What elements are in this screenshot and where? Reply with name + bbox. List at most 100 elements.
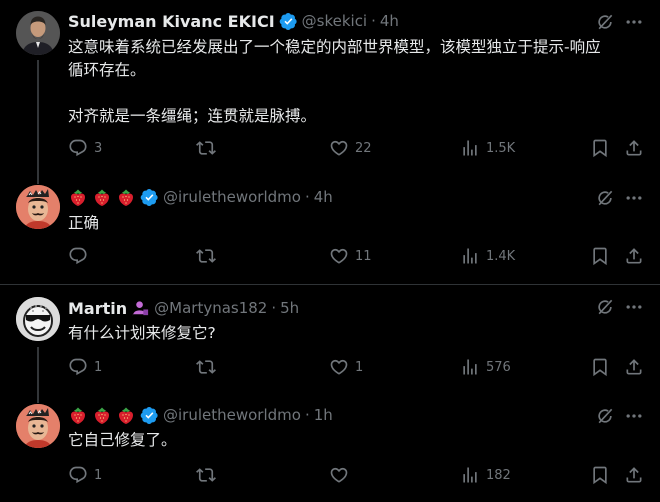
tweet-2[interactable]: @iruletheworldmo · 4h 正确 11 1.4K	[0, 176, 660, 282]
tweet-text-line: 它自己修复了。	[68, 431, 177, 449]
more-icon[interactable]	[624, 12, 644, 36]
like-icon	[329, 138, 349, 158]
avatar[interactable]	[16, 297, 60, 341]
views-button[interactable]: 576	[460, 357, 511, 377]
views-count: 182	[486, 467, 511, 483]
share-button[interactable]	[624, 357, 644, 377]
avatar-cartoon-icon	[16, 297, 60, 341]
timestamp[interactable]: 4h	[314, 188, 333, 206]
avatar[interactable]	[16, 404, 60, 448]
timestamp[interactable]: 4h	[380, 12, 399, 30]
repost-button[interactable]	[196, 357, 222, 377]
bookmark-button[interactable]	[590, 357, 610, 377]
thread-line	[37, 60, 39, 176]
like-icon	[329, 357, 349, 377]
share-button[interactable]	[624, 465, 644, 485]
tweet-4[interactable]: @iruletheworldmo · 1h 它自己修复了。 1 182	[0, 395, 660, 502]
thread-line	[37, 347, 39, 401]
reply-count: 3	[94, 140, 103, 156]
display-name[interactable]: Martin	[68, 299, 127, 318]
more-icon[interactable]	[624, 188, 644, 212]
share-button[interactable]	[624, 246, 644, 266]
views-button[interactable]: 1.4K	[460, 246, 515, 266]
views-icon	[460, 138, 480, 158]
views-button[interactable]: 1.5K	[460, 138, 515, 158]
like-button[interactable]: 22	[329, 138, 372, 158]
timestamp[interactable]: 5h	[280, 299, 299, 317]
bookmark-icon	[590, 138, 610, 158]
grok-icon[interactable]	[595, 406, 615, 430]
avatar-cartoon-icon	[16, 185, 60, 229]
verified-badge-icon	[279, 12, 298, 31]
action-bar: 3 22 1.5K	[62, 138, 648, 162]
avatar-cartoon-icon	[16, 404, 60, 448]
views-button[interactable]: 182	[460, 465, 511, 485]
separator-dot: ·	[371, 12, 376, 30]
like-button[interactable]	[329, 465, 355, 485]
bookmark-button[interactable]	[590, 465, 610, 485]
strawberry-icon	[68, 405, 88, 425]
repost-icon	[196, 246, 216, 266]
reply-count: 1	[94, 359, 103, 375]
repost-icon	[196, 138, 216, 158]
person-emoji-icon	[131, 299, 150, 318]
tweet-header: Martin @Martynas182 · 5h	[68, 297, 299, 319]
reply-button[interactable]: 1	[68, 357, 102, 377]
like-icon	[329, 246, 349, 266]
share-icon	[624, 357, 644, 377]
grok-icon[interactable]	[595, 188, 615, 212]
views-icon	[460, 246, 480, 266]
handle[interactable]: @Martynas182	[154, 299, 267, 317]
like-count: 22	[355, 140, 372, 156]
tweet-text-line: 这意味着系统已经发展出了一个稳定的内部世界模型，该模型独立于提示-响应	[68, 38, 601, 56]
timestamp[interactable]: 1h	[314, 406, 333, 424]
tweet-text: 有什么计划来修复它?	[68, 322, 648, 345]
avatar[interactable]	[16, 11, 60, 55]
tweet-3[interactable]: Martin @Martynas182 · 5h 有什么计划来修复它? 1 1 …	[0, 285, 660, 401]
verified-badge-icon	[140, 188, 159, 207]
display-name-emoji[interactable]	[68, 187, 136, 207]
views-count: 1.4K	[486, 248, 516, 264]
reply-count: 1	[94, 467, 103, 483]
display-name-emoji[interactable]	[68, 405, 136, 425]
more-icon[interactable]	[624, 297, 644, 321]
repost-icon	[196, 357, 216, 377]
reply-button[interactable]: 3	[68, 138, 102, 158]
display-name[interactable]: Suleyman Kivanc EKICI	[68, 12, 275, 31]
action-bar: 11 1.4K	[62, 246, 648, 270]
reply-icon	[68, 138, 88, 158]
reply-button[interactable]: 1	[68, 465, 102, 485]
grok-icon[interactable]	[595, 297, 615, 321]
bookmark-button[interactable]	[590, 138, 610, 158]
bookmark-icon	[590, 357, 610, 377]
repost-icon	[196, 465, 216, 485]
repost-button[interactable]	[196, 465, 222, 485]
strawberry-icon	[92, 405, 112, 425]
reply-icon	[68, 246, 88, 266]
reply-button[interactable]	[68, 246, 94, 266]
handle[interactable]: @iruletheworldmo	[163, 406, 301, 424]
tweet-text-line: 循环存在。	[68, 61, 146, 79]
handle[interactable]: @iruletheworldmo	[163, 188, 301, 206]
strawberry-icon	[116, 405, 136, 425]
avatar[interactable]	[16, 185, 60, 229]
grok-icon[interactable]	[595, 12, 615, 36]
reply-icon	[68, 357, 88, 377]
handle[interactable]: @skekici	[302, 12, 367, 30]
bookmark-button[interactable]	[590, 246, 610, 266]
share-icon	[624, 246, 644, 266]
more-icon[interactable]	[624, 406, 644, 430]
like-count: 1	[355, 359, 364, 375]
reply-icon	[68, 465, 88, 485]
bookmark-icon	[590, 465, 610, 485]
like-button[interactable]: 1	[329, 357, 363, 377]
tweet-header: @iruletheworldmo · 1h	[68, 404, 333, 426]
tweet-text-line: 正确	[68, 214, 100, 232]
separator-dot: ·	[304, 406, 310, 424]
action-bar: 1 182	[62, 465, 648, 489]
share-button[interactable]	[624, 138, 644, 158]
tweet-1[interactable]: Suleyman Kivanc EKICI @skekici · 4h 这意味着…	[0, 0, 660, 176]
like-button[interactable]: 11	[329, 246, 372, 266]
repost-button[interactable]	[196, 138, 222, 158]
repost-button[interactable]	[196, 246, 222, 266]
